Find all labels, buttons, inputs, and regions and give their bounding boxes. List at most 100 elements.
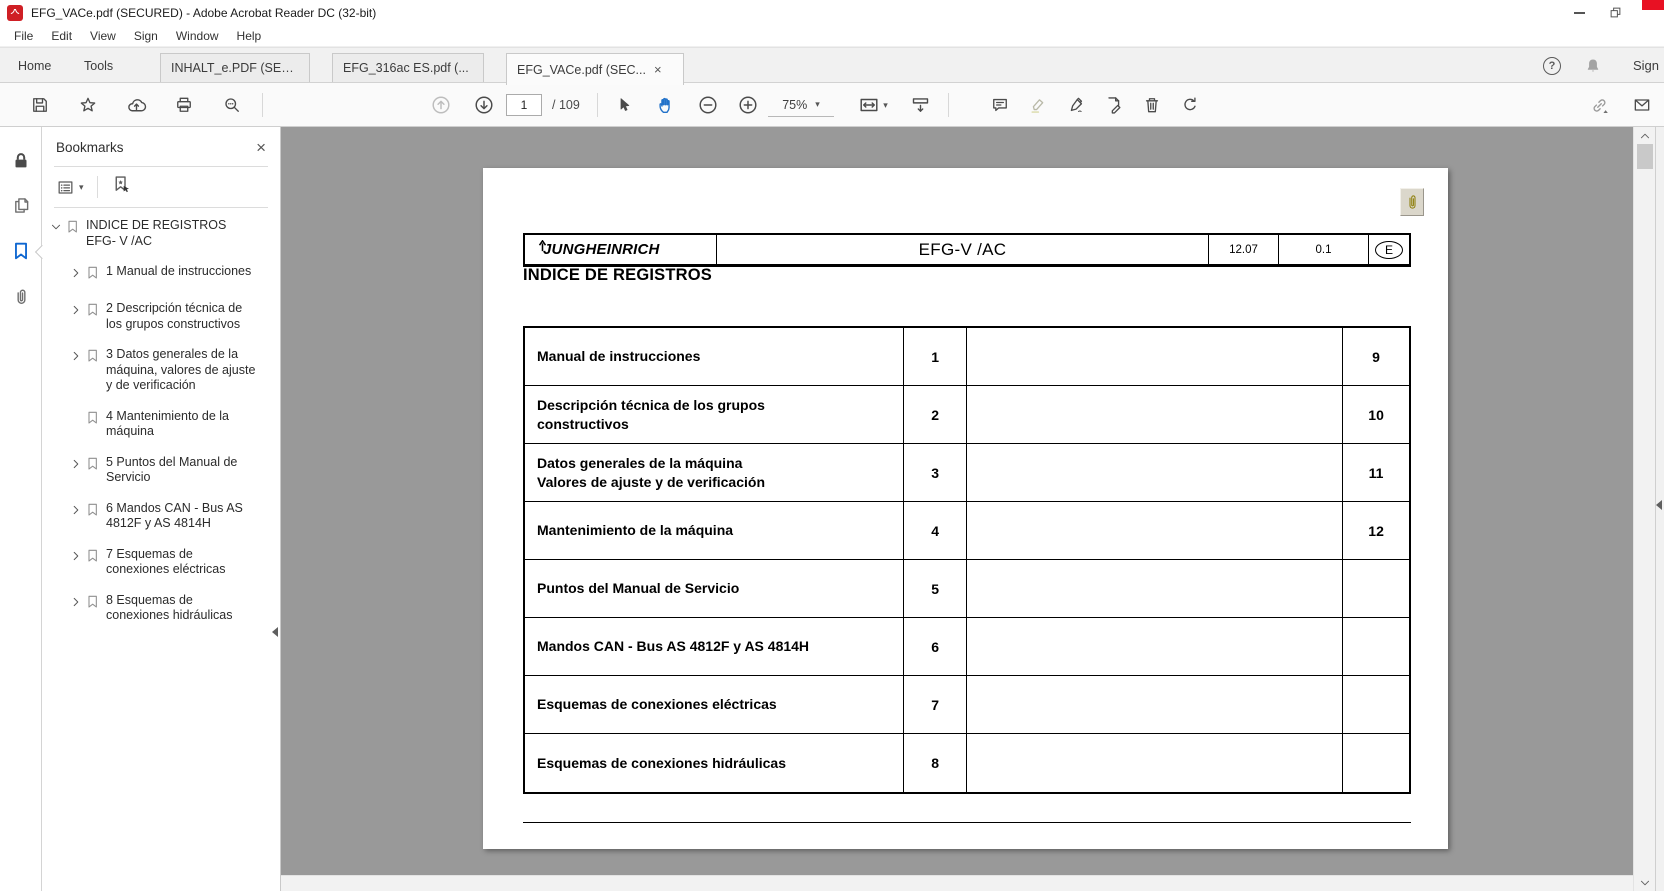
bookmark-label[interactable]: 2 Descripción técnica de los grupos cons…: [106, 301, 256, 332]
fill-sign-icon[interactable]: [1062, 91, 1090, 119]
bookmarks-panel-header: Bookmarks ×: [42, 127, 280, 166]
comment-icon[interactable]: [986, 91, 1014, 119]
hand-tool-icon[interactable]: [652, 91, 680, 119]
row-page: 12: [1368, 523, 1384, 539]
scroll-up-icon[interactable]: [1634, 130, 1656, 142]
sign-in-link[interactable]: Sign: [1633, 58, 1659, 73]
tab-tools[interactable]: Tools: [84, 48, 113, 83]
row-page: 9: [1372, 349, 1380, 365]
scrollbar-thumb[interactable]: [1637, 144, 1653, 169]
row-chapter: 8: [931, 755, 939, 771]
save-icon[interactable]: [26, 91, 54, 119]
highlight-icon[interactable]: [1024, 91, 1052, 119]
fit-width-icon[interactable]: ▾: [852, 91, 894, 119]
main-toolbar: 1 / 109 75% ▾ ▾: [0, 83, 1664, 127]
chevron-right-icon[interactable]: [70, 347, 85, 394]
bookmark-label[interactable]: 6 Mandos CAN - Bus AS 4812F y AS 4814H: [106, 501, 256, 532]
bookmark-label[interactable]: INDICE DE REGISTROS EFG- V /AC: [86, 218, 238, 249]
bookmark-item[interactable]: 2 Descripción técnica de los grupos cons…: [50, 301, 272, 332]
horizontal-scrollbar[interactable]: [281, 875, 1633, 891]
cloud-upload-icon[interactable]: [122, 91, 150, 119]
bookmark-icon: [85, 301, 106, 332]
edit-pdf-icon[interactable]: [1100, 91, 1128, 119]
bookmark-label[interactable]: 7 Esquemas de conexiones eléctricas: [106, 547, 256, 578]
bookmark-item[interactable]: 7 Esquemas de conexiones eléctricas: [50, 547, 272, 578]
tab-close-icon[interactable]: ×: [654, 63, 662, 76]
notifications-bell-icon[interactable]: [1583, 56, 1603, 81]
scroll-down-icon[interactable]: [1633, 875, 1655, 891]
share-link-icon[interactable]: [1585, 91, 1613, 119]
menu-window[interactable]: Window: [167, 29, 228, 43]
menu-help[interactable]: Help: [228, 29, 271, 43]
bookmark-icon: [85, 455, 106, 486]
bookmarks-options-row: ▾: [42, 167, 280, 207]
bookmark-label[interactable]: 3 Datos generales de la máquina, valores…: [106, 347, 256, 394]
menu-edit[interactable]: Edit: [42, 29, 81, 43]
chevron-right-icon[interactable]: [70, 593, 85, 624]
row-title: Mandos CAN - Bus AS 4812F y AS 4814H: [537, 637, 809, 656]
help-icon[interactable]: ?: [1543, 57, 1561, 75]
attachment-annotation-icon[interactable]: [1400, 188, 1424, 216]
close-button[interactable]: [1642, 0, 1664, 10]
bookmark-item[interactable]: 4 Mantenimiento de la máquina: [50, 409, 272, 440]
tab-document-efgvace-active[interactable]: EFG_VACe.pdf (SEC... ×: [506, 53, 684, 85]
rotate-pages-icon[interactable]: [1176, 91, 1204, 119]
next-page-icon[interactable]: [470, 91, 498, 119]
page-thumbnails-icon[interactable]: [0, 195, 42, 216]
reading-mode-icon[interactable]: [906, 91, 934, 119]
bookmark-item[interactable]: 8 Esquemas de conexiones hidráulicas: [50, 593, 272, 624]
security-lock-icon[interactable]: [0, 150, 42, 172]
vertical-scrollbar[interactable]: [1633, 127, 1655, 875]
table-row: Mantenimiento de la máquina 4 12: [525, 502, 1409, 560]
menu-sign[interactable]: Sign: [125, 29, 167, 43]
bookmark-icon: [85, 264, 106, 286]
row-empty-cell: [967, 444, 1343, 501]
zoom-out-icon[interactable]: [694, 91, 722, 119]
zoom-level-dropdown[interactable]: 75% ▾: [768, 93, 834, 117]
bookmark-item[interactable]: 1 Manual de instrucciones: [50, 264, 272, 286]
title-bar: EFG_VACe.pdf (SECURED) - Adobe Acrobat R…: [0, 0, 1664, 26]
bookmark-label[interactable]: 5 Puntos del Manual de Servicio: [106, 455, 256, 486]
star-favorites-icon[interactable]: [74, 91, 102, 119]
row-chapter: 4: [931, 523, 939, 539]
bookmarks-panel: Bookmarks × ▾: [42, 127, 281, 891]
zoom-in-icon[interactable]: [734, 91, 762, 119]
search-icon[interactable]: [218, 91, 246, 119]
bookmark-label[interactable]: 8 Esquemas de conexiones hidráulicas: [106, 593, 256, 624]
minimize-button[interactable]: [1574, 12, 1585, 14]
chevron-right-icon[interactable]: [70, 264, 85, 286]
menu-file[interactable]: File: [5, 29, 42, 43]
current-bookmark-button[interactable]: [111, 174, 132, 200]
bookmark-label[interactable]: 4 Mantenimiento de la máquina: [106, 409, 256, 440]
row-chapter: 1: [931, 349, 939, 365]
chevron-right-icon[interactable]: [70, 547, 85, 578]
tab-document-efg316ac[interactable]: EFG_316ac ES.pdf (...: [332, 53, 484, 82]
tab-document-inhalt[interactable]: INHALT_e.PDF (SEC...: [160, 53, 310, 82]
chevron-down-icon[interactable]: [50, 218, 65, 249]
bookmark-item[interactable]: 5 Puntos del Manual de Servicio: [50, 455, 272, 486]
chevron-right-icon[interactable]: [70, 301, 85, 332]
menu-view[interactable]: View: [81, 29, 125, 43]
bookmark-label[interactable]: 1 Manual de instrucciones: [106, 264, 251, 286]
restore-button[interactable]: [1608, 5, 1623, 25]
print-icon[interactable]: [170, 91, 198, 119]
email-icon[interactable]: [1628, 91, 1656, 119]
bookmark-item[interactable]: 3 Datos generales de la máquina, valores…: [50, 347, 272, 394]
row-page: 10: [1368, 407, 1384, 423]
bookmark-item[interactable]: 6 Mandos CAN - Bus AS 4812F y AS 4814H: [50, 501, 272, 532]
delete-pages-icon[interactable]: [1138, 91, 1166, 119]
close-icon[interactable]: ×: [256, 139, 266, 156]
select-tool-icon[interactable]: [610, 91, 638, 119]
collapse-panel-handle[interactable]: [272, 627, 278, 637]
chevron-right-icon[interactable]: [70, 455, 85, 486]
expand-tools-pane-handle[interactable]: [1656, 500, 1662, 510]
options-menu-button[interactable]: ▾: [56, 178, 84, 197]
page-header-table: JUNGHEINRICH EFG-V /AC 12.07 0.1 E: [523, 233, 1411, 267]
document-canvas[interactable]: JUNGHEINRICH EFG-V /AC 12.07 0.1 E INDIC…: [281, 127, 1633, 891]
page-number-input[interactable]: 1: [506, 94, 542, 116]
row-chapter: 7: [931, 697, 939, 713]
attachments-icon[interactable]: [0, 287, 42, 308]
chevron-right-icon[interactable]: [70, 501, 85, 532]
bookmark-item-root[interactable]: INDICE DE REGISTROS EFG- V /AC: [50, 218, 272, 249]
tab-home[interactable]: Home: [18, 48, 51, 83]
